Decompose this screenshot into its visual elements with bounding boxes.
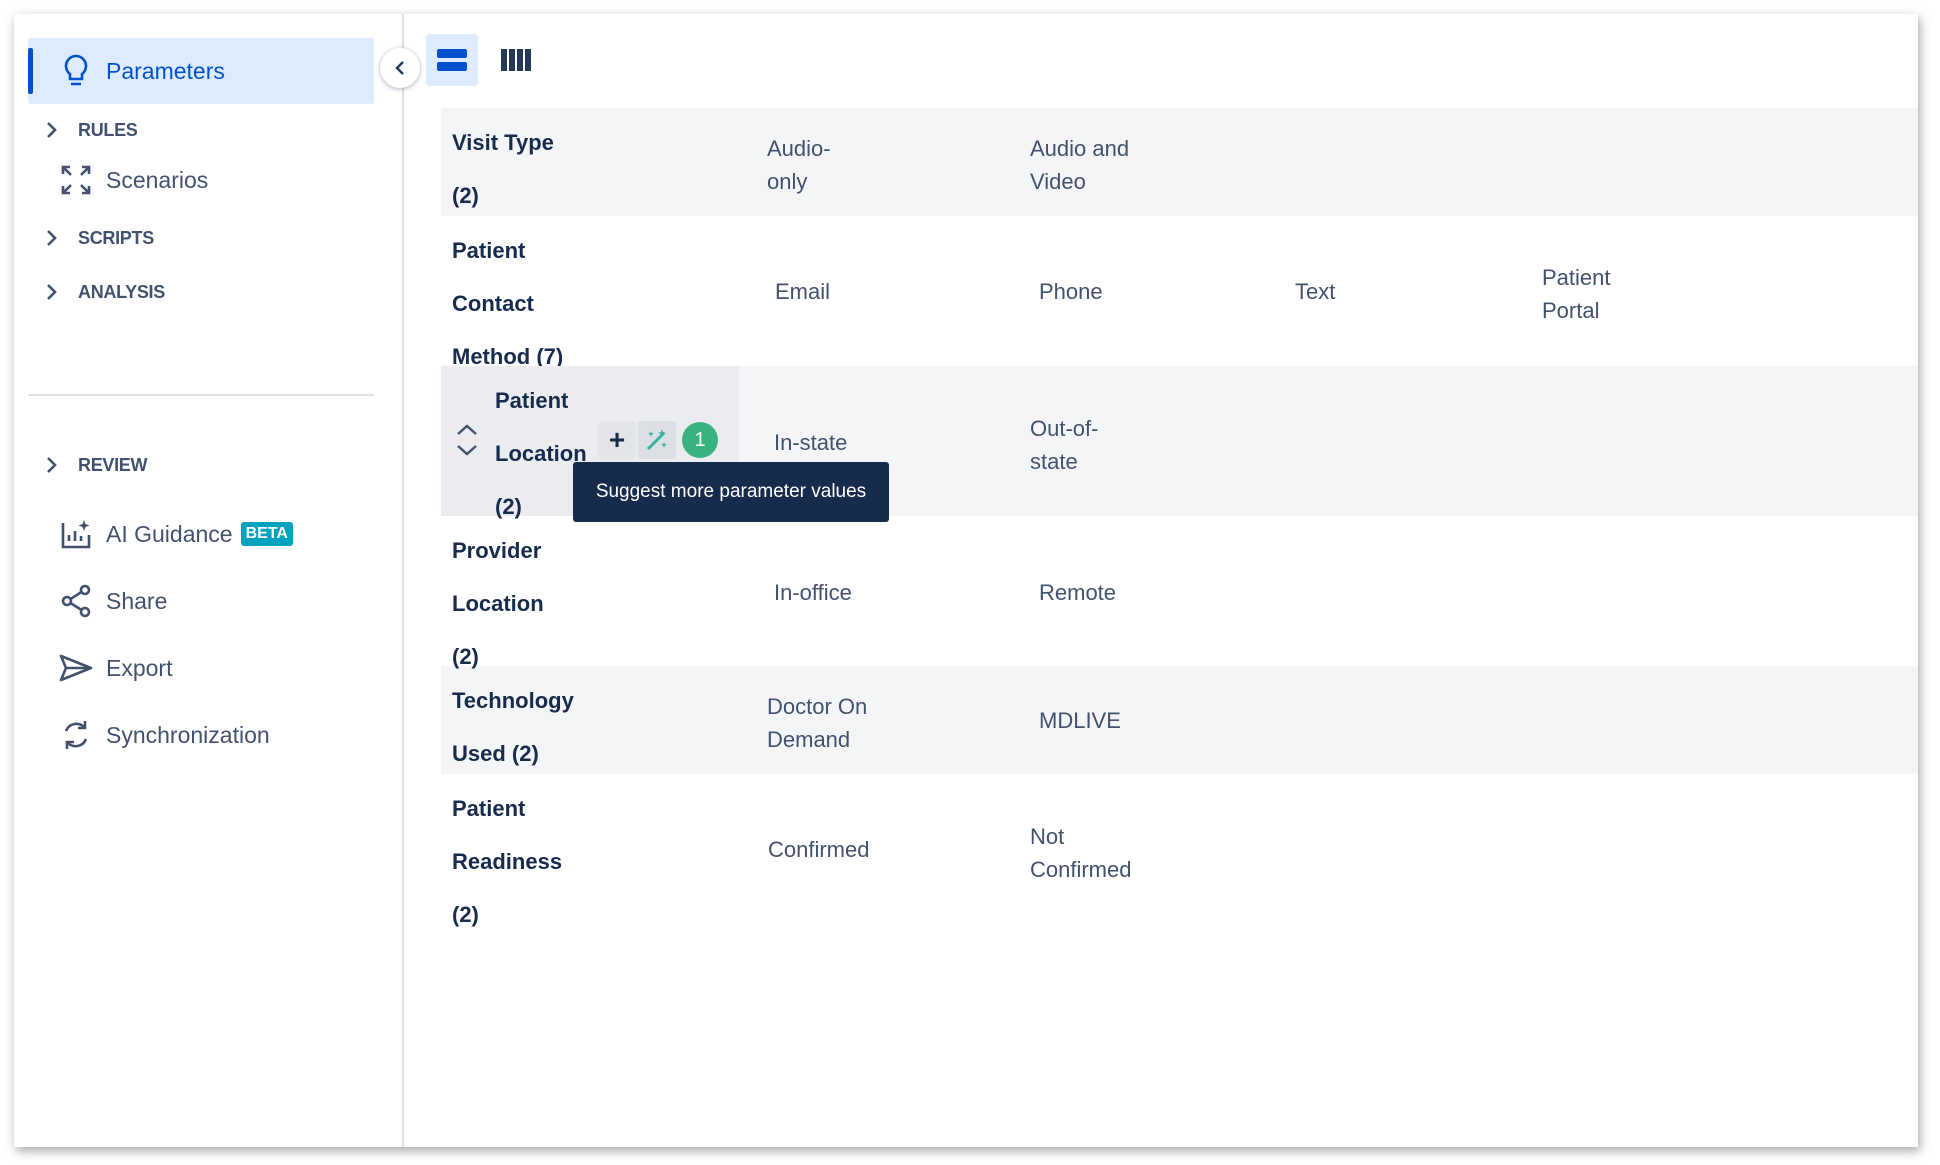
section-review[interactable]: REVIEW xyxy=(28,445,148,485)
beta-badge: BETA xyxy=(240,522,293,546)
suggest-values-button[interactable] xyxy=(638,421,676,459)
parameter-name[interactable]: Technology Used (2) xyxy=(452,674,574,780)
grid-view-icon xyxy=(501,49,531,71)
parameter-value[interactable]: Remote xyxy=(1039,576,1116,609)
parameter-value[interactable]: Audio-only xyxy=(767,132,831,198)
reorder-chevrons-icon xyxy=(457,424,477,456)
chevron-left-icon xyxy=(395,61,404,75)
sync-icon xyxy=(56,715,96,755)
parameter-value[interactable]: In-state xyxy=(774,426,847,459)
parameter-value[interactable]: Out-of-state xyxy=(1030,412,1098,478)
parameter-value[interactable]: In-office xyxy=(774,576,852,609)
sidebar-item-share[interactable]: Share xyxy=(28,579,167,623)
sidebar-item-label: Share xyxy=(106,587,168,614)
sidebar-item-ai-guidance[interactable]: AI Guidance BETA xyxy=(28,512,293,556)
parameter-value[interactable]: Text xyxy=(1295,275,1335,308)
chevron-right-icon xyxy=(36,456,68,474)
sidebar-item-label: AI Guidance xyxy=(106,520,233,547)
ai-chart-icon xyxy=(56,514,96,554)
suggestion-count-badge: 1 xyxy=(682,422,718,458)
parameter-value[interactable]: Patient Portal xyxy=(1542,261,1611,327)
chevron-right-icon xyxy=(36,283,68,301)
parameter-value[interactable]: Doctor On Demand xyxy=(767,690,867,756)
list-view-icon xyxy=(437,49,467,71)
section-label: REVIEW xyxy=(78,454,148,475)
section-analysis[interactable]: ANALYSIS xyxy=(28,272,165,312)
sidebar: Parameters RULES Scenarios SCRIPTS ANALY… xyxy=(14,14,404,1147)
grid-view-button[interactable] xyxy=(490,34,542,86)
parameter-row xyxy=(441,216,1918,366)
sidebar-item-label: Export xyxy=(106,654,173,681)
sidebar-item-parameters[interactable]: Parameters xyxy=(28,38,374,104)
share-icon xyxy=(56,581,96,621)
parameter-value[interactable]: Email xyxy=(775,275,830,308)
sidebar-item-export[interactable]: Export xyxy=(28,646,172,690)
parameter-name[interactable]: Provider Location (2) xyxy=(452,524,544,683)
parameter-value[interactable]: Phone xyxy=(1039,275,1103,308)
section-rules[interactable]: RULES xyxy=(28,110,138,150)
parameter-row xyxy=(441,516,1918,666)
sidebar-divider xyxy=(28,394,374,396)
magic-wand-icon xyxy=(646,429,667,451)
parameter-value[interactable]: MDLIVE xyxy=(1039,704,1121,737)
reorder-handle[interactable] xyxy=(454,422,480,463)
sidebar-item-label: Scenarios xyxy=(106,166,209,193)
add-value-button[interactable]: + xyxy=(598,421,636,459)
send-icon xyxy=(56,648,96,688)
parameter-value[interactable]: Confirmed xyxy=(768,833,869,866)
parameter-row xyxy=(441,774,1918,924)
chevron-right-icon xyxy=(36,229,68,247)
sidebar-item-synchronization[interactable]: Synchronization xyxy=(28,713,270,757)
tooltip: Suggest more parameter values xyxy=(573,462,889,522)
sidebar-item-scenarios[interactable]: Scenarios xyxy=(28,158,208,202)
chevron-right-icon xyxy=(36,121,68,139)
sidebar-item-label: Synchronization xyxy=(106,721,270,748)
section-label: RULES xyxy=(78,119,138,140)
main-content: Visit Type (2) Audio-only Audio and Video … xyxy=(406,14,1918,1147)
parameter-name[interactable]: Patient Readiness (2) xyxy=(452,782,562,941)
collapse-sidebar-button[interactable] xyxy=(380,48,420,88)
parameter-name[interactable]: Visit Type (2) xyxy=(452,116,554,222)
list-view-button[interactable] xyxy=(426,34,478,86)
section-label: ANALYSIS xyxy=(78,281,165,302)
sidebar-item-label: Parameters xyxy=(106,57,225,84)
parameter-value[interactable]: Not Confirmed xyxy=(1030,820,1131,886)
parameter-row xyxy=(441,666,1918,774)
plus-icon: + xyxy=(608,424,626,455)
section-label: SCRIPTS xyxy=(78,227,154,248)
parameter-value[interactable]: Audio and Video xyxy=(1030,132,1129,198)
expand-arrows-icon xyxy=(56,160,96,200)
parameter-name[interactable]: Patient Contact Method (7) xyxy=(452,224,563,383)
app-window: Parameters RULES Scenarios SCRIPTS ANALY… xyxy=(14,14,1918,1147)
parameter-row xyxy=(441,108,1918,216)
lightbulb-icon xyxy=(56,51,96,91)
section-scripts[interactable]: SCRIPTS xyxy=(28,218,154,258)
